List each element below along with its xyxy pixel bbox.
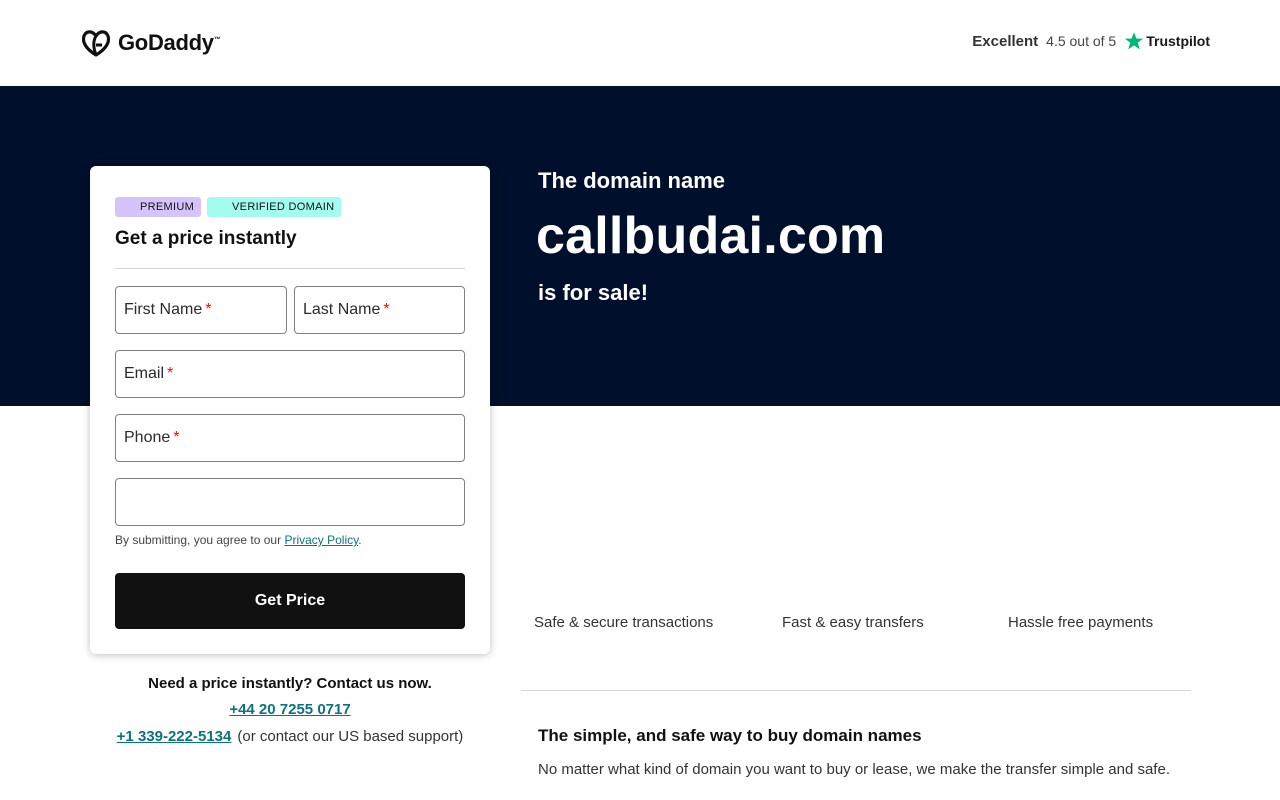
hero-subtitle: is for sale! [538, 280, 649, 305]
us-support-note: (or contact our US based support) [237, 728, 464, 745]
phone-label: Phone * [124, 429, 180, 447]
contact-heading: Need a price instantly? Contact us now. [148, 675, 432, 692]
trustpilot-brand: Trustpilot [1124, 31, 1210, 51]
trustpilot-label: Trustpilot [1146, 33, 1210, 49]
domain-name: callbudai.com [536, 207, 886, 265]
email-field[interactable]: Email * [115, 350, 465, 398]
uk-phone-link[interactable]: +44 20 7255 0717 [229, 701, 350, 718]
phone-field[interactable]: Phone * [115, 414, 465, 462]
star-icon [1125, 32, 1144, 50]
hero-pretitle: The domain name [538, 168, 726, 193]
contact-section: Need a price instantly? Contact us now. … [90, 674, 490, 752]
form-title: Get a price instantly [115, 228, 297, 249]
godaddy-logo[interactable]: GoDaddy™ [80, 28, 221, 58]
verified-domain-badge: VERIFIED DOMAIN [207, 197, 342, 217]
logo-text: GoDaddy™ [118, 30, 221, 56]
required-mark: * [167, 365, 174, 382]
consent-text: By submitting, you agree to our Privacy … [115, 533, 362, 547]
logo-trademark: ™ [213, 36, 221, 44]
email-label-text: Email [124, 365, 165, 382]
logo-wordmark: GoDaddy [118, 30, 214, 55]
us-phone-link[interactable]: +1 339-222-5134 [117, 728, 232, 745]
phone-label-text: Phone [124, 429, 171, 446]
godaddy-logo-icon [81, 30, 111, 57]
privacy-policy-link[interactable]: Privacy Policy [284, 533, 358, 547]
feature-secure-transactions: Safe & secure transactions [534, 614, 714, 631]
form-divider [115, 268, 465, 269]
email-label: Email * [124, 365, 173, 383]
info-body: No matter what kind of domain you want t… [538, 761, 1170, 778]
trust-score: 4.5 out of 5 [1046, 33, 1117, 49]
required-mark: * [173, 429, 180, 446]
first-name-label-text: First Name [124, 301, 203, 318]
get-price-button[interactable]: Get Price [115, 573, 465, 629]
required-mark: * [205, 301, 212, 318]
contact-us-line: +1 339-222-5134 (or contact our US based … [90, 725, 490, 752]
contact-uk-line: +44 20 7255 0717 [90, 698, 490, 725]
required-mark: * [383, 301, 390, 318]
premium-badge: PREMIUM [115, 197, 202, 217]
consent-suffix: . [358, 533, 362, 547]
last-name-label-text: Last Name [303, 301, 381, 318]
price-form-card: PREMIUM VERIFIED DOMAIN Get a price inst… [90, 166, 490, 654]
feature-easy-transfers: Fast & easy transfers [782, 614, 924, 631]
section-divider [521, 690, 1191, 691]
last-name-field[interactable]: Last Name * [294, 286, 465, 334]
consent-prefix: By submitting, you agree to our [115, 533, 282, 547]
additional-field[interactable] [115, 478, 465, 526]
last-name-label: Last Name * [303, 301, 390, 319]
first-name-label: First Name * [124, 301, 211, 319]
first-name-field[interactable]: First Name * [115, 286, 287, 334]
trustpilot-rating[interactable]: Excellent 4.5 out of 5 Trustpilot [972, 31, 1210, 51]
site-header: GoDaddy™ Excellent 4.5 out of 5 Trustpil… [0, 0, 1280, 86]
trust-rating-word: Excellent [972, 32, 1039, 50]
info-title: The simple, and safe way to buy domain n… [538, 726, 922, 745]
badge-group: PREMIUM VERIFIED DOMAIN [115, 197, 342, 217]
feature-hassle-free-payments: Hassle free payments [1008, 614, 1154, 631]
